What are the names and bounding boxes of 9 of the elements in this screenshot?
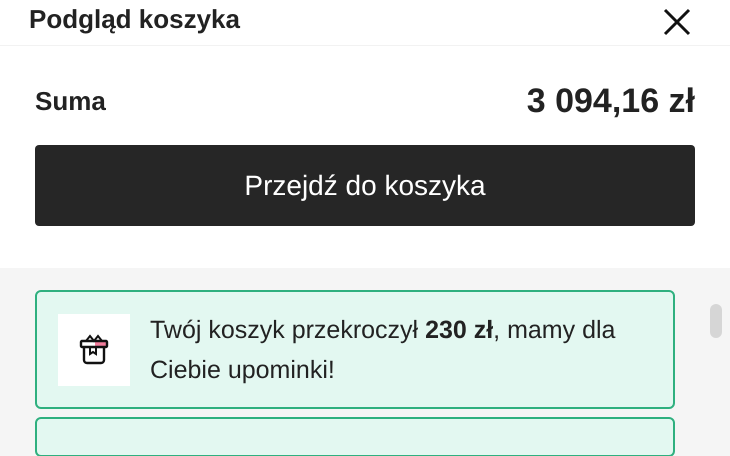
scrollbar-thumb[interactable]: [710, 304, 722, 338]
total-amount: 3 094,16 zł: [526, 81, 695, 122]
gift-icon: [58, 314, 130, 386]
notice-text: Twój koszyk przekroczył 230 zł, mamy dla Ciebie upominki!: [150, 314, 616, 386]
close-icon: [663, 8, 691, 36]
go-to-cart-button[interactable]: Przejdź do koszyka: [35, 145, 695, 226]
panel-title: Podgląd koszyka: [29, 3, 240, 36]
total-label: Suma: [35, 85, 106, 118]
close-button[interactable]: [662, 7, 692, 37]
